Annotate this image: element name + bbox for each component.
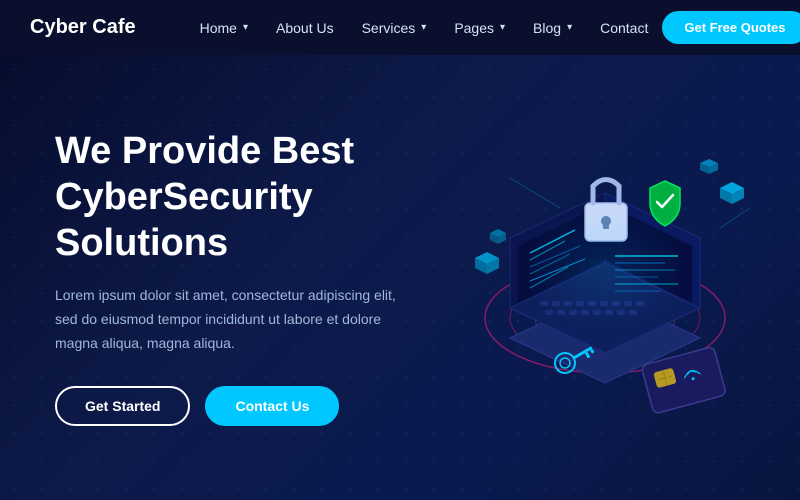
chevron-down-icon: ▾: [243, 22, 248, 33]
hero-title: We Provide Best CyberSecurity Solutions: [55, 129, 420, 266]
brand-logo[interactable]: Cyber Cafe: [30, 16, 136, 39]
nav-links: Home ▾ About Us Services ▾ Pages ▾ Blog …: [186, 20, 663, 36]
nav-item-contact[interactable]: Contact: [586, 20, 662, 36]
hero-section: We Provide Best CyberSecurity Solutions …: [0, 55, 800, 500]
hero-description: Lorem ipsum dolor sit amet, consectetur …: [55, 284, 415, 355]
chevron-down-icon: ▾: [567, 22, 572, 33]
get-free-quotes-button[interactable]: Get Free Quotes: [662, 11, 800, 44]
hero-illustration: [410, 108, 770, 448]
chevron-down-icon: ▾: [500, 22, 505, 33]
nav-item-services[interactable]: Services ▾: [348, 20, 441, 36]
get-started-button[interactable]: Get Started: [55, 386, 190, 426]
hero-content: We Provide Best CyberSecurity Solutions …: [0, 129, 420, 425]
nav-item-blog[interactable]: Blog ▾: [519, 20, 586, 36]
contact-us-button[interactable]: Contact Us: [205, 386, 339, 426]
nav-item-home[interactable]: Home ▾: [186, 20, 262, 36]
hero-buttons: Get Started Contact Us: [55, 386, 420, 426]
nav-item-about[interactable]: About Us: [262, 20, 348, 36]
nav-item-pages[interactable]: Pages ▾: [440, 20, 519, 36]
navbar: Cyber Cafe Home ▾ About Us Services ▾ Pa…: [0, 0, 800, 55]
chevron-down-icon: ▾: [421, 22, 426, 33]
